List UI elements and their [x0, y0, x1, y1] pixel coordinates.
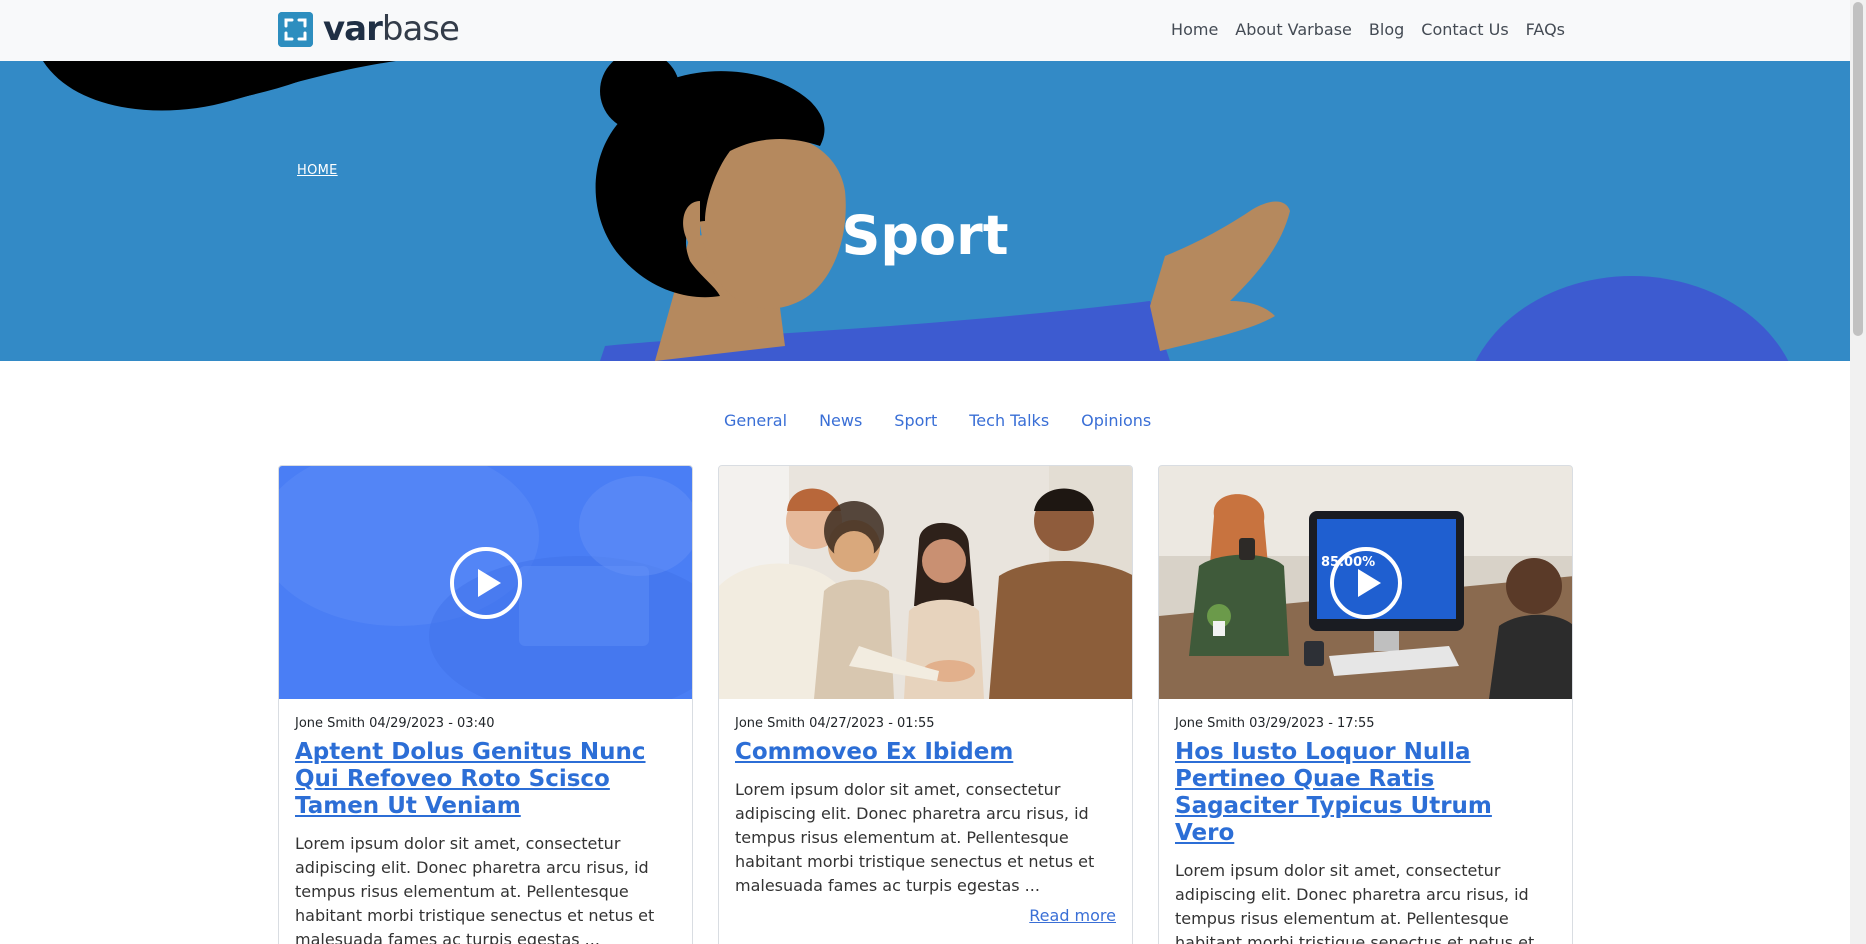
tab-tech-talks[interactable]: Tech Talks [969, 410, 1049, 432]
video-thumbnail[interactable]: 85.00% [1159, 466, 1572, 699]
tab-news[interactable]: News [819, 410, 862, 432]
article-meta: Jone Smith 03/29/2023 - 17:55 [1175, 716, 1375, 731]
article-excerpt: Lorem ipsum dolor sit amet, consectetur … [1175, 861, 1535, 944]
article-title-link[interactable]: Hos Iusto Loquor Nulla Pertineo Quae Rat… [1175, 739, 1556, 847]
site-header: varbase Home About Varbase Blog Contact … [0, 0, 1850, 61]
article-excerpt: Lorem ipsum dolor sit amet, consectetur … [735, 780, 1095, 895]
video-thumbnail[interactable] [279, 466, 692, 699]
read-more-link[interactable]: Read more [735, 904, 1116, 928]
article-card: Jone Smith 04/29/2023 - 03:40 Aptent Dol… [278, 465, 693, 944]
play-icon[interactable] [449, 546, 523, 620]
page-title: Sport [841, 204, 1009, 267]
article-title-link[interactable]: Aptent Dolus Genitus Nunc Qui Refoveo Ro… [295, 739, 676, 820]
category-tabs: General News Sport Tech Talks Opinions [724, 410, 1151, 432]
article-title-link[interactable]: Commoveo Ex Ibidem [735, 739, 1116, 766]
hero-banner: HOME Sport [0, 61, 1850, 361]
article-excerpt: Lorem ipsum dolor sit amet, consectetur … [295, 834, 655, 944]
nav-contact-us[interactable]: Contact Us [1421, 19, 1508, 41]
play-icon[interactable] [1329, 546, 1403, 620]
nav-blog[interactable]: Blog [1369, 19, 1404, 41]
breadcrumb-home[interactable]: HOME [297, 163, 338, 178]
site-logo[interactable]: varbase [278, 9, 460, 49]
article-meta: Jone Smith 04/27/2023 - 01:55 [735, 716, 935, 731]
article-image[interactable] [719, 466, 1132, 699]
logo-text: varbase [323, 9, 460, 49]
tab-opinions[interactable]: Opinions [1081, 410, 1151, 432]
tab-general[interactable]: General [724, 410, 787, 432]
page-scrollbar-thumb[interactable] [1853, 2, 1863, 336]
nav-home[interactable]: Home [1171, 19, 1218, 41]
logo-icon [278, 12, 313, 47]
article-card: 85.00% Jone Smith 03/29/2023 - 17:55 Hos… [1158, 465, 1573, 944]
nav-about-varbase[interactable]: About Varbase [1235, 19, 1352, 41]
tab-sport[interactable]: Sport [894, 410, 937, 432]
main-nav: Home About Varbase Blog Contact Us FAQs [1171, 19, 1565, 41]
nav-faqs[interactable]: FAQs [1526, 19, 1565, 41]
article-card: Jone Smith 04/27/2023 - 01:55 Commoveo E… [718, 465, 1133, 944]
article-meta: Jone Smith 04/29/2023 - 03:40 [295, 716, 495, 731]
